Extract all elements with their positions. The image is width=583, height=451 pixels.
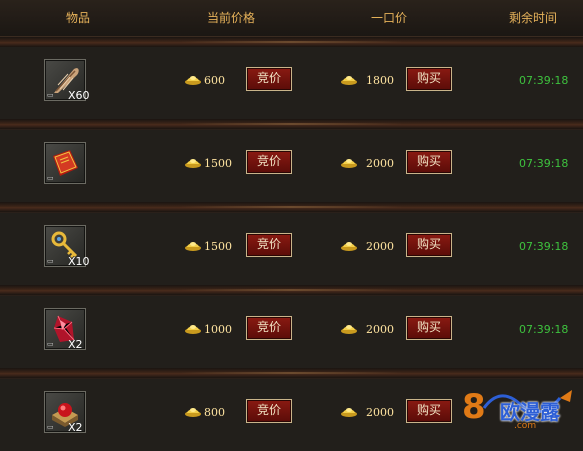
row-divider	[0, 118, 583, 130]
current-price-value: 600	[204, 74, 225, 87]
item-quantity: X2	[68, 338, 83, 351]
current-price-value: 1000	[204, 323, 232, 336]
buy-button[interactable]: 购买	[406, 316, 452, 340]
buy-button[interactable]: 购买	[406, 150, 452, 174]
buyout-price-value: 2000	[366, 157, 394, 170]
bid-button[interactable]: 竞价	[246, 67, 292, 91]
gold-ingot-icon	[185, 159, 201, 168]
gold-ingot-icon	[185, 76, 201, 85]
buyout-price-value: 2000	[366, 406, 394, 419]
bid-button[interactable]: 竞价	[246, 233, 292, 257]
row-divider	[0, 201, 583, 213]
item-quantity: X60	[68, 89, 90, 102]
gold-ingot-icon	[341, 242, 357, 251]
gold-ingot-icon	[341, 325, 357, 334]
item-slot[interactable]: ▭	[44, 142, 86, 184]
lock-icon: ▭	[47, 257, 54, 265]
gold-ingot-icon	[341, 159, 357, 168]
current-price-value: 1500	[204, 157, 232, 170]
auction-row: ▭ X2 1000 竞价 2000 购买 07:39:18	[0, 296, 583, 368]
time-left: 07:39:18	[519, 157, 569, 170]
bid-button[interactable]: 竞价	[246, 150, 292, 174]
header-time-left: 剩余时间	[508, 11, 557, 25]
table-header: 物品 当前价格 一口价 剩余时间	[0, 0, 583, 37]
watermark-number: 8	[462, 387, 486, 427]
gold-ingot-icon	[185, 325, 201, 334]
lock-icon: ▭	[47, 174, 54, 182]
watermark-sub: .com	[514, 421, 537, 431]
bid-button[interactable]: 竞价	[246, 316, 292, 340]
gold-ingot-icon	[341, 408, 357, 417]
buy-button[interactable]: 购买	[406, 399, 452, 423]
buyout-price-value: 2000	[366, 240, 394, 253]
header-current-price: 当前价格	[206, 11, 255, 25]
gold-ingot-icon	[341, 76, 357, 85]
time-left: 07:39:18	[519, 323, 569, 336]
lock-icon: ▭	[47, 423, 54, 431]
gold-ingot-icon	[185, 242, 201, 251]
buy-button[interactable]: 购买	[406, 233, 452, 257]
buy-button[interactable]: 购买	[406, 67, 452, 91]
header-item: 物品	[65, 11, 90, 25]
gold-ingot-icon	[185, 408, 201, 417]
item-quantity: X2	[68, 421, 83, 434]
bid-button[interactable]: 竞价	[246, 399, 292, 423]
auction-row: ▭ 1500 竞价 2000 购买 07:39:18	[0, 130, 583, 202]
lock-icon: ▭	[47, 91, 54, 99]
buyout-price-value: 2000	[366, 323, 394, 336]
header-buyout-price: 一口价	[370, 11, 407, 25]
row-divider	[0, 284, 583, 296]
lock-icon: ▭	[47, 340, 54, 348]
auction-row: ▭ X60 600 竞价 1800 购买 07:39:18	[0, 47, 583, 119]
buyout-price-value: 1800	[366, 74, 394, 87]
item-quantity: X10	[68, 255, 90, 268]
auction-row: ▭ X10 1500 竞价 2000 购买 07:39:18	[0, 213, 583, 285]
current-price-value: 800	[204, 406, 225, 419]
current-price-value: 1500	[204, 240, 232, 253]
time-left: 07:39:18	[519, 240, 569, 253]
time-left: 07:39:18	[519, 74, 569, 87]
